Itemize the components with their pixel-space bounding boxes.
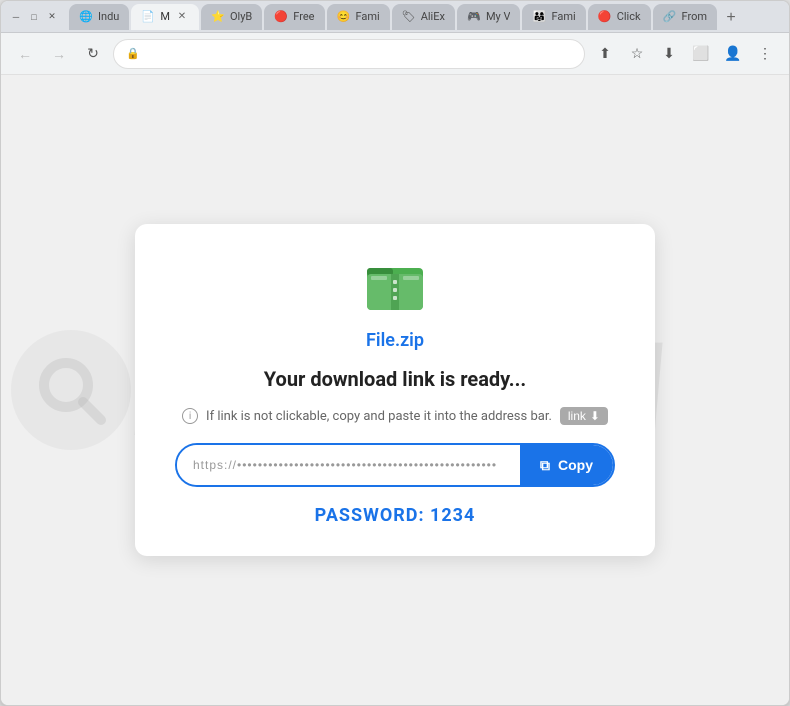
bookmark-icon: ☆ [631, 45, 644, 62]
tab-favicon-myv: 🎮 [467, 10, 481, 24]
profile-icon: 👤 [724, 45, 741, 62]
copy-icon: ⧉ [540, 457, 550, 474]
magnifier-icon [31, 350, 111, 430]
page-content: IBM.COM [1, 75, 789, 705]
menu-button[interactable]: ⋮ [751, 40, 779, 68]
title-bar: ─ □ ✕ 🌐 Indu 📄 M ✕ ⭐ OlyB 🔴 Free [1, 1, 789, 33]
tab-click[interactable]: 🔴 Click [588, 4, 651, 30]
tab-favicon-aliex: 🏷 [402, 10, 416, 24]
tab-free[interactable]: 🔴 Free [264, 4, 324, 30]
copy-button[interactable]: ⧉ Copy [520, 445, 613, 485]
tab-label-olyb: OlyB [230, 10, 252, 23]
reload-icon: ↻ [87, 45, 99, 62]
back-icon: ← [18, 46, 32, 62]
tab-label-free: Free [293, 10, 314, 23]
tab-favicon-indu: 🌐 [79, 10, 93, 24]
toolbar-actions: ⬆ ☆ ⬇ ⬜ 👤 ⋮ [591, 40, 779, 68]
share-icon: ⬆ [599, 45, 611, 62]
tab-from[interactable]: 🔗 From [653, 4, 717, 30]
tab-label-click: Click [617, 10, 641, 23]
tab-favicon-active: 📄 [141, 10, 155, 24]
tab-active[interactable]: 📄 M ✕ [131, 4, 199, 30]
tab-aliex[interactable]: 🏷 AliEx [392, 4, 455, 30]
forward-icon: → [52, 46, 66, 62]
tab-indu[interactable]: 🌐 Indu [69, 4, 129, 30]
download-card: File.zip Your download link is ready... … [135, 224, 655, 556]
tab-olyb[interactable]: ⭐ OlyB [201, 4, 262, 30]
hint-text: If link is not clickable, copy and paste… [206, 409, 552, 424]
hint-row: i If link is not clickable, copy and pas… [182, 407, 608, 425]
new-tab-button[interactable]: + [719, 6, 743, 30]
lock-icon: 🔒 [126, 47, 140, 60]
tab-fami[interactable]: 😊 Fami [327, 4, 390, 30]
link-input-row: ⧉ Copy [175, 443, 615, 487]
profile-button[interactable]: 👤 [719, 40, 747, 68]
window-controls: ─ □ ✕ [9, 10, 59, 24]
tab-label-myv: My V [486, 10, 511, 23]
file-icon-wrap [363, 254, 427, 318]
tab-view-button[interactable]: ⬜ [687, 40, 715, 68]
watermark-magnifier [11, 330, 131, 450]
tab-fami2[interactable]: 👨‍👩‍👧 Fami [522, 4, 585, 30]
tab-label-indu: Indu [98, 10, 119, 23]
tab-label-from: From [682, 10, 707, 23]
hint-link-label: link [568, 409, 586, 423]
download-headline: Your download link is ready... [264, 367, 526, 391]
info-icon: i [182, 408, 198, 424]
tab-favicon-click: 🔴 [598, 10, 612, 24]
menu-icon: ⋮ [758, 45, 772, 62]
tab-label-aliex: AliEx [421, 10, 445, 23]
minimize-button[interactable]: ─ [9, 10, 23, 24]
tab-favicon-fami: 😊 [337, 10, 351, 24]
tab-myv[interactable]: 🎮 My V [457, 4, 521, 30]
close-button[interactable]: ✕ [45, 10, 59, 24]
maximize-button[interactable]: □ [27, 10, 41, 24]
tab-close-button[interactable]: ✕ [175, 10, 189, 24]
password-label: PASSWORD: 1234 [315, 505, 476, 526]
copy-button-label: Copy [558, 457, 593, 473]
reload-button[interactable]: ↻ [79, 40, 107, 68]
back-button[interactable]: ← [11, 40, 39, 68]
download-button[interactable]: ⬇ [655, 40, 683, 68]
tabs-bar: 🌐 Indu 📄 M ✕ ⭐ OlyB 🔴 Free 😊 Fami 🏷 [69, 4, 781, 30]
file-icon [363, 254, 427, 318]
tab-label-active: M [160, 10, 170, 23]
tab-label-fami2: Fami [551, 10, 575, 23]
hint-link-button[interactable]: link ⬇ [560, 407, 608, 425]
tab-icon: ⬜ [692, 45, 709, 62]
tab-favicon-olyb: ⭐ [211, 10, 225, 24]
forward-button[interactable]: → [45, 40, 73, 68]
tab-label-fami: Fami [356, 10, 380, 23]
bookmark-button[interactable]: ☆ [623, 40, 651, 68]
download-icon: ⬇ [663, 45, 675, 62]
address-bar[interactable]: 🔒 [113, 39, 585, 69]
toolbar: ← → ↻ 🔒 ⬆ ☆ ⬇ ⬜ 👤 [1, 33, 789, 75]
tab-favicon-from: 🔗 [663, 10, 677, 24]
share-button[interactable]: ⬆ [591, 40, 619, 68]
browser-window: ─ □ ✕ 🌐 Indu 📄 M ✕ ⭐ OlyB 🔴 Free [0, 0, 790, 706]
tab-favicon-free: 🔴 [274, 10, 288, 24]
hint-link-download-icon: ⬇ [590, 409, 600, 423]
link-input[interactable] [177, 445, 520, 485]
file-name-link[interactable]: File.zip [366, 330, 424, 351]
tab-favicon-fami2: 👨‍👩‍👧 [532, 10, 546, 24]
